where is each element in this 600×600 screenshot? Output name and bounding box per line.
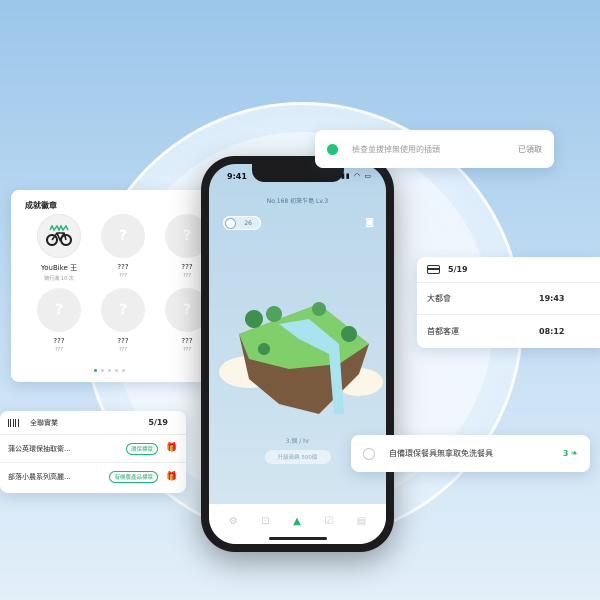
island-title: No.168 初來乍島 Lv.3: [266, 198, 329, 205]
status-icons: ▮▮ ◠ ▭: [341, 172, 372, 180]
transit-card: 5/19 大都會 19:43 首都客運 08:12: [417, 257, 600, 348]
page-dot[interactable]: [114, 369, 118, 372]
badge-icon: [225, 218, 236, 229]
battery-icon: ▭: [364, 172, 372, 180]
task-text: 自備環保餐具無拿取免洗餐具: [389, 449, 493, 458]
floating-island[interactable]: [219, 264, 384, 424]
transit-date: 5/19: [448, 265, 468, 274]
bus-company: 首都客運: [427, 326, 459, 336]
achievement-name: ???: [117, 263, 129, 271]
product-name: 蒲公英環保抽取衛...: [8, 444, 71, 453]
purchase-row[interactable]: 部落小農系列高麗... 有機農產品標章 🎁: [0, 463, 186, 491]
ride-time: 08:12: [539, 326, 565, 336]
page-indicator[interactable]: [11, 369, 207, 372]
upgrade-island-button[interactable]: 升級島嶼 500個: [264, 450, 331, 464]
eco-label-tag: 有機農產品標章: [109, 471, 158, 483]
phone-device: 9:41 ▮▮ ◠ ▭ No.168 初來乍島 Lv.3 26 ◙ 3.個 / …: [201, 156, 394, 552]
purchase-header: 全聯實業 5/19: [0, 411, 186, 435]
purchase-card: 全聯實業 5/19 蒲公英環保抽取衛... 環保標章 🎁 部落小農系列高麗...…: [0, 411, 186, 493]
achievement-name: ???: [181, 337, 193, 345]
page-dot[interactable]: [93, 369, 97, 372]
achievement-sub: ???: [183, 347, 191, 353]
achievement-item[interactable]: ? ??? ???: [27, 288, 91, 353]
achievement-sub: ???: [183, 273, 191, 279]
store-name: 全聯實業: [30, 418, 58, 427]
achievement-name: YouBike 王: [40, 264, 78, 272]
book-icon[interactable]: ▤: [357, 516, 366, 527]
achievement-name: ???: [181, 263, 193, 271]
achievements-card: 成就徽章 YouBike 王 騎行滿 10 次 ? ??? ??? ? ??? …: [11, 190, 207, 382]
transit-header: 5/19: [417, 257, 600, 283]
locked-badge-icon: ?: [101, 288, 145, 332]
status-time: 9:41: [227, 172, 247, 181]
transit-row[interactable]: 大都會 19:43: [417, 283, 600, 315]
checklist-icon[interactable]: ☑: [324, 516, 333, 527]
page-dot[interactable]: [107, 369, 111, 372]
signal-icon: ▮▮: [341, 172, 351, 180]
eco-label-tag: 環保標章: [125, 442, 158, 455]
achievement-sub: ???: [55, 347, 63, 353]
task-status: 已領取: [518, 144, 542, 154]
tree: [245, 310, 263, 328]
achievement-item[interactable]: ? ??? ???: [91, 214, 155, 282]
transit-card-icon: [427, 265, 440, 274]
bicycle-badge-icon: [37, 214, 81, 258]
bus-company: 大都會: [427, 294, 451, 303]
home-indicator: [268, 537, 327, 540]
achievement-sub: ???: [119, 347, 127, 353]
page-dot[interactable]: [121, 369, 125, 372]
locked-badge-icon: ?: [37, 288, 81, 332]
leaf-icon: ❧: [570, 448, 578, 459]
barcode-icon: [8, 418, 20, 427]
reward-count: 3: [562, 449, 569, 458]
achievement-name: ???: [117, 337, 129, 345]
phone-screen: 9:41 ▮▮ ◠ ▭ No.168 初來乍島 Lv.3 26 ◙ 3.個 / …: [209, 164, 386, 544]
gift-icon[interactable]: 🎁: [166, 444, 177, 453]
product-name: 部落小農系列高麗...: [8, 473, 71, 481]
gift-icon[interactable]: 🎁: [166, 472, 177, 482]
achievements-grid: YouBike 王 騎行滿 10 次 ? ??? ??? ? ??? ??? ?…: [27, 214, 207, 353]
achievement-item[interactable]: ? ??? ???: [91, 288, 155, 353]
achievement-item[interactable]: ? ??? ???: [155, 288, 207, 353]
wifi-icon: ◠: [354, 172, 362, 180]
achievements-title: 成就徽章: [25, 201, 57, 210]
achievement-sub: 騎行滿 10 次: [44, 276, 74, 282]
camera-icon[interactable]: ◙: [365, 218, 374, 228]
tree: [266, 306, 282, 322]
task-checkbox[interactable]: [363, 447, 375, 460]
tree: [341, 326, 357, 342]
achievement-item[interactable]: ? ??? ???: [155, 214, 207, 282]
badge-counter[interactable]: 26: [223, 216, 261, 230]
achievement-sub: ???: [119, 273, 127, 279]
ride-time: 19:43: [539, 294, 565, 303]
purchase-date: 5/19: [148, 418, 168, 427]
completed-check-icon: [327, 143, 338, 155]
scan-icon[interactable]: ⊡: [261, 516, 269, 527]
tree: [258, 343, 270, 355]
task-card-pending[interactable]: 自備環保餐具無拿取免洗餐具 3 ❧: [351, 435, 590, 472]
mountain-icon[interactable]: ▲: [293, 516, 301, 527]
locked-badge-icon: ?: [101, 214, 145, 258]
badge-count: 26: [244, 219, 252, 227]
transit-row[interactable]: 首都客運 08:12: [417, 315, 600, 347]
purchase-row[interactable]: 蒲公英環保抽取衛... 環保標章 🎁: [0, 435, 186, 463]
gear-icon[interactable]: ⚙: [229, 516, 238, 527]
page-dot[interactable]: [100, 369, 104, 372]
achievement-item[interactable]: YouBike 王 騎行滿 10 次: [27, 214, 91, 282]
tree: [312, 302, 326, 316]
achievement-name: ???: [53, 337, 65, 345]
task-text: 檢查並拔掉無使用的插頭: [352, 144, 440, 154]
task-card-completed[interactable]: 檢查並拔掉無使用的插頭 已領取: [315, 130, 554, 168]
